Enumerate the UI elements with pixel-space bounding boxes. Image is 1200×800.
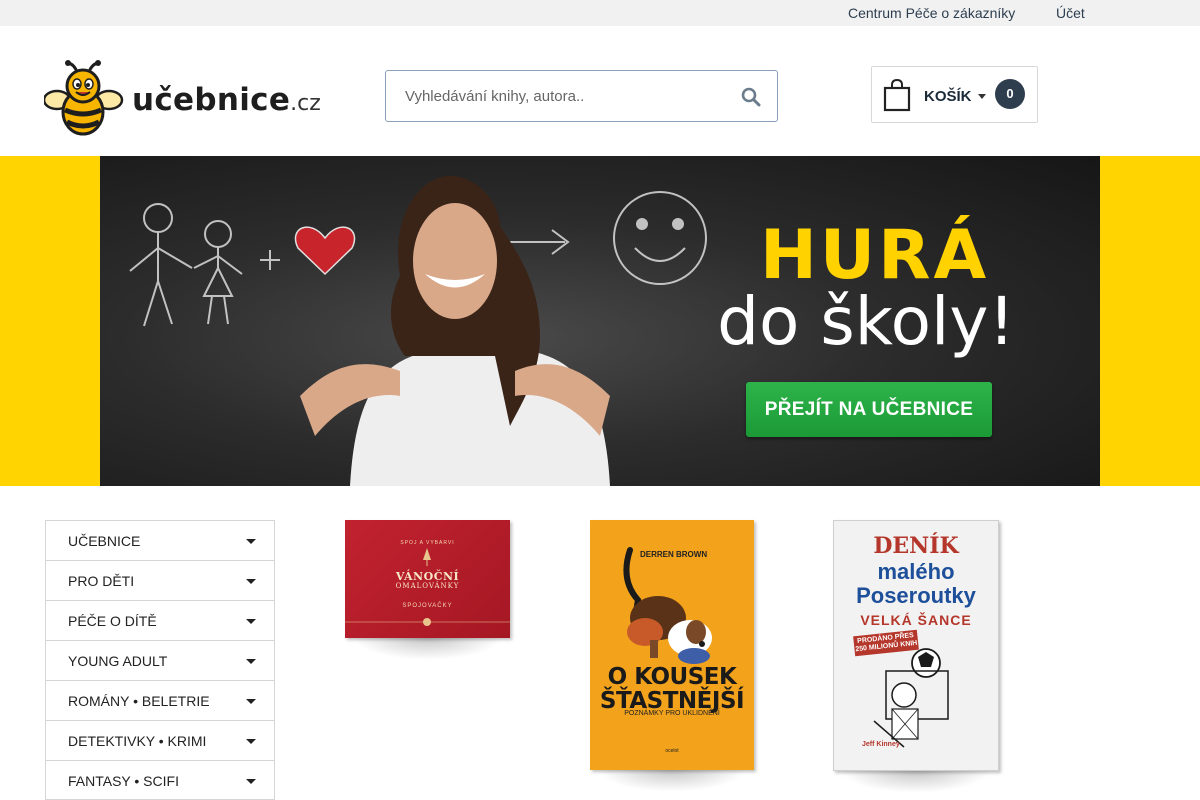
logo-wordmark: učebnice.cz	[132, 82, 321, 118]
logo-name: učebnice	[132, 82, 291, 118]
chevron-down-icon	[246, 619, 256, 624]
logo-tld: .cz	[290, 91, 321, 116]
book-title-line-1: O KOUSEK	[607, 664, 737, 690]
book-card-vanocni-omalovanky[interactable]: SPOJ A VYBARVI VÁNOČNÍ OMALOVÁNKY SPOJOV…	[345, 520, 510, 660]
category-label: UČEBNICE	[68, 533, 141, 549]
search-box	[385, 70, 778, 122]
go-to-textbooks-button[interactable]: PŘEJÍT NA UČEBNICE	[746, 382, 992, 437]
chevron-down-icon	[246, 539, 256, 544]
hockey-kid-illustration	[873, 648, 949, 748]
book-cover: DENÍK malého Poseroutky VELKÁ ŠANCE PROD…	[833, 520, 999, 771]
search-icon[interactable]	[741, 87, 761, 107]
cart-button[interactable]: KOŠÍK 0	[871, 66, 1038, 123]
chevron-down-icon	[978, 94, 986, 99]
account-link[interactable]: Účet	[1056, 5, 1085, 21]
book-card-denik-maleho-poseroutky[interactable]: DENÍK malého Poseroutky VELKÁ ŠANCE PROD…	[833, 520, 999, 793]
book-card-o-kousek-stastnejsi[interactable]: DERREN BROWN O KOUSEK ŠŤASTNĚJŠÍ POZNÁMK…	[590, 520, 754, 792]
chevron-down-icon	[246, 699, 256, 704]
chevron-down-icon	[246, 579, 256, 584]
category-item-romany-beletrie[interactable]: ROMÁNY • BELETRIE	[45, 680, 275, 720]
book-shadow	[841, 771, 991, 793]
cart-label: KOŠÍK	[924, 88, 972, 105]
book-cover: DERREN BROWN O KOUSEK ŠŤASTNĚJŠÍ POZNÁMK…	[590, 520, 754, 770]
book-cover: SPOJ A VYBARVI VÁNOČNÍ OMALOVÁNKY SPOJOV…	[345, 520, 510, 638]
category-item-pro-deti[interactable]: PRO DĚTI	[45, 560, 275, 600]
category-sidebar: UČEBNICE PRO DĚTI PÉČE O DÍTĚ YOUNG ADUL…	[45, 520, 275, 800]
chevron-down-icon	[246, 739, 256, 744]
category-label: PRO DĚTI	[68, 573, 135, 589]
category-item-fantasy-scifi[interactable]: FANTASY • SCIFI	[45, 760, 275, 800]
cart-count-badge: 0	[995, 79, 1025, 109]
chevron-down-icon	[246, 779, 256, 784]
category-item-ucebnice[interactable]: UČEBNICE	[45, 520, 275, 560]
shopping-bag-icon	[883, 78, 911, 112]
category-label: FANTASY • SCIFI	[68, 773, 179, 789]
book-cover-footer: SPOJOVAČKY	[402, 603, 453, 609]
top-utility-bar: Centrum Péče o zákazníky Účet	[0, 0, 1200, 26]
hero-banner[interactable]: HURÁ do školy! PŘEJÍT NA UČEBNICE	[100, 156, 1100, 486]
category-item-pece-o-dite[interactable]: PÉČE O DÍTĚ	[45, 600, 275, 640]
book-cover-top-text: SPOJ A VYBARVI	[400, 540, 455, 546]
book-shadow	[353, 638, 502, 660]
category-label: YOUNG ADULT	[68, 653, 168, 669]
category-item-young-adult[interactable]: YOUNG ADULT	[45, 640, 275, 680]
hero-subheadline: do školy!	[717, 283, 1015, 360]
chevron-down-icon	[246, 659, 256, 664]
category-label: DETEKTIVKY • KRIMI	[68, 733, 207, 749]
site-logo[interactable]: učebnice.cz	[44, 60, 321, 136]
book-cover-subtitle: OMALOVÁNKY	[395, 582, 460, 590]
category-label: PÉČE O DÍTĚ	[68, 613, 157, 629]
dog-illustration	[623, 547, 712, 664]
book-cover-title: O KOUSEK ŠŤASTNĚJŠÍ	[590, 665, 754, 713]
book-shadow	[598, 770, 746, 792]
book-cover-author: Jeff Kinney	[862, 741, 900, 748]
category-item-detektivky-krimi[interactable]: DETEKTIVKY • KRIMI	[45, 720, 275, 760]
book-publisher: ocelot	[665, 748, 679, 754]
search-input[interactable]	[386, 71, 726, 121]
customer-care-link[interactable]: Centrum Péče o zákazníky	[848, 5, 1015, 21]
category-label: ROMÁNY • BELETRIE	[68, 693, 210, 709]
book-cover-subtitle: POZNÁMKY PRO UKLIDNĚNÍ	[624, 710, 720, 717]
bee-mascot-icon	[44, 60, 124, 136]
site-header: učebnice.cz KOŠÍK 0	[0, 26, 1200, 156]
